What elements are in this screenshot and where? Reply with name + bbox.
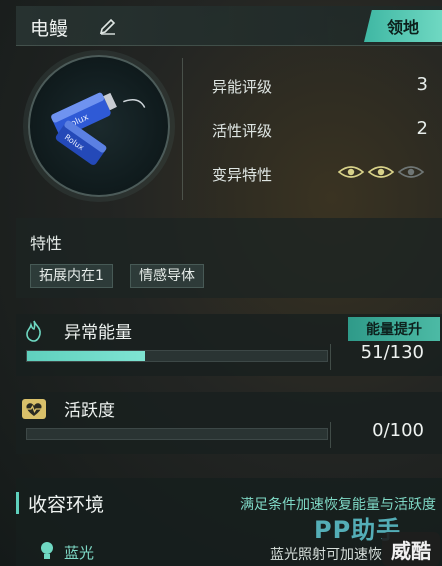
traits-title: 特性 bbox=[30, 234, 63, 253]
environment-title: 收容环境 bbox=[28, 494, 105, 516]
anomaly-energy-fill bbox=[27, 351, 145, 361]
ability-rating-value: 3 bbox=[416, 74, 428, 95]
portrait-divider bbox=[182, 58, 183, 200]
anomaly-name: 电鳗 bbox=[30, 18, 69, 40]
mutation-eyes[interactable] bbox=[338, 165, 424, 179]
watermark-badge: 威酷 bbox=[382, 532, 440, 566]
flame-icon bbox=[20, 318, 48, 344]
eye-icon-active bbox=[368, 166, 394, 178]
trait-tag[interactable]: 拓展内在1 bbox=[30, 264, 113, 288]
heart-pulse-icon bbox=[20, 396, 48, 422]
section-accent bbox=[16, 492, 19, 514]
trait-tag[interactable]: 情感导体 bbox=[130, 264, 204, 288]
bar-divider bbox=[330, 422, 331, 448]
activity-title: 活跃度 bbox=[64, 401, 115, 421]
anomaly-energy-value: 51/130 bbox=[360, 342, 424, 363]
activity-rating-label: 活性评级 bbox=[212, 122, 273, 140]
header-bar: 电鳗 领地 bbox=[16, 6, 442, 46]
anomaly-energy-track bbox=[26, 350, 328, 362]
energy-boost-button[interactable]: 能量提升 bbox=[348, 317, 440, 341]
territory-tab[interactable]: 领地 bbox=[364, 10, 442, 42]
activity-panel: 活跃度 0/100 bbox=[16, 392, 442, 454]
edit-name-icon[interactable] bbox=[98, 16, 118, 36]
bar-divider bbox=[330, 344, 331, 370]
anomaly-portrait: Rolux Rolux bbox=[28, 55, 170, 197]
blue-light-label: 蓝光 bbox=[64, 544, 95, 562]
anomaly-energy-title: 异常能量 bbox=[64, 323, 132, 343]
anomaly-energy-panel: 异常能量 能量提升 51/130 bbox=[16, 314, 442, 376]
battery-creature-image: Rolux Rolux bbox=[51, 92, 146, 165]
lightbulb-icon bbox=[41, 542, 53, 559]
activity-value: 0/100 bbox=[372, 420, 424, 441]
traits-section: 特性 拓展内在1 情感导体 bbox=[16, 218, 442, 298]
mutation-trait-label: 变异特性 bbox=[212, 166, 273, 184]
eye-icon-active bbox=[338, 166, 364, 178]
watermark: PP助手 威酷 bbox=[314, 510, 440, 566]
ability-rating-label: 异能评级 bbox=[212, 78, 273, 96]
eye-icon-inactive bbox=[398, 166, 424, 178]
activity-track bbox=[26, 428, 328, 440]
activity-rating-value: 2 bbox=[416, 118, 428, 139]
